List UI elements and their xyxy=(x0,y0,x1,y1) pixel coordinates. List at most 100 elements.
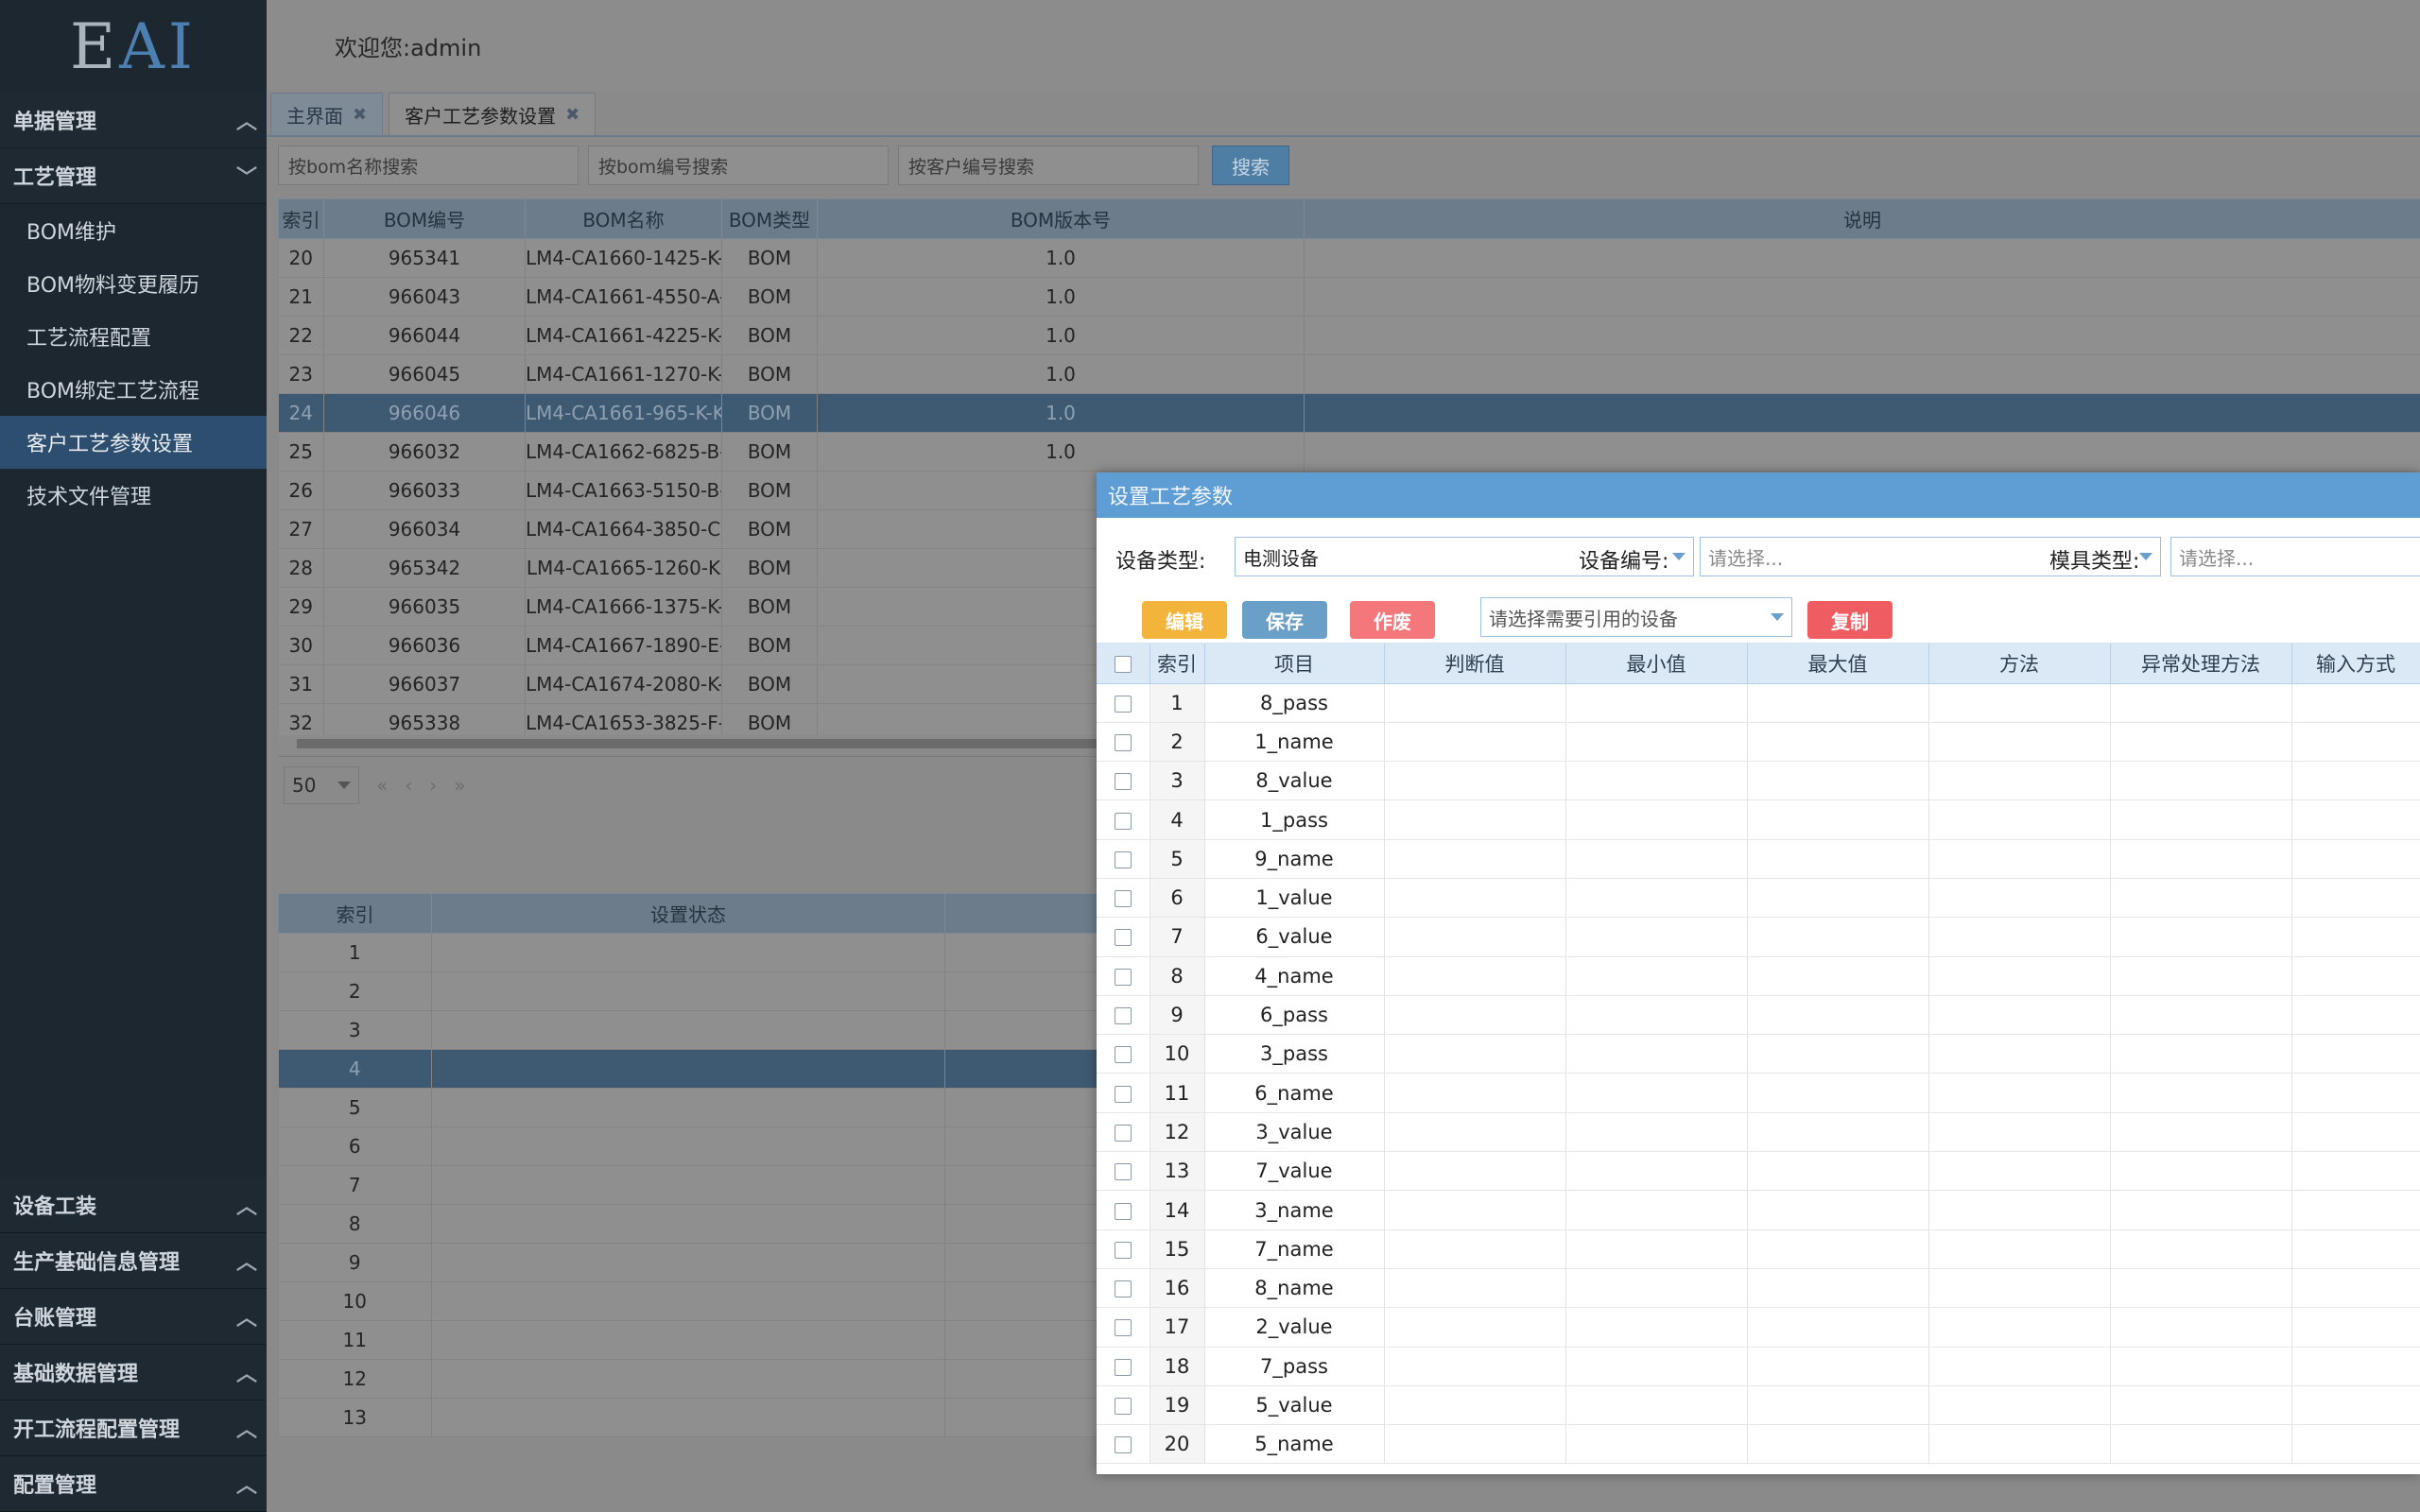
table-row[interactable]: 25966032LM4-CA1662-6825-B-FBBOM1.0 xyxy=(278,432,2420,472)
table-cell[interactable] xyxy=(1928,839,2111,879)
prev-page-button[interactable]: ‹ xyxy=(405,774,412,797)
table-cell[interactable] xyxy=(1928,1112,2111,1153)
column-header[interactable]: 索引 xyxy=(278,198,324,239)
table-cell[interactable] xyxy=(1565,1347,1748,1386)
reference-device-select[interactable]: 请选择需要引用的设备 xyxy=(1480,597,1792,637)
nav-group-documents[interactable]: 单据管理 ︿ xyxy=(0,93,267,148)
sidebar-item-bom-bind-flow[interactable]: BOM绑定工艺流程 xyxy=(0,363,267,416)
table-cell[interactable] xyxy=(1565,878,1748,919)
table-row[interactable]: 6 1_value xyxy=(1097,878,2420,919)
table-cell[interactable] xyxy=(2110,1307,2292,1348)
table-cell[interactable] xyxy=(1384,1190,1566,1230)
page-size-select[interactable]: 50 xyxy=(284,765,359,804)
table-cell[interactable] xyxy=(1747,1112,1929,1153)
table-cell[interactable] xyxy=(2110,839,2292,879)
table-cell[interactable] xyxy=(2110,956,2292,996)
table-row[interactable]: 4 1_pass xyxy=(1097,799,2420,840)
table-cell[interactable] xyxy=(2110,1034,2292,1074)
row-checkbox[interactable] xyxy=(1114,968,1132,986)
table-row[interactable]: 14 3_name xyxy=(1097,1190,2420,1230)
table-cell[interactable] xyxy=(1565,722,1748,763)
table-cell[interactable] xyxy=(1565,1424,1748,1465)
table-cell[interactable] xyxy=(2110,761,2292,801)
table-cell[interactable] xyxy=(1928,1347,2111,1386)
table-cell[interactable] xyxy=(1384,917,1566,957)
table-cell[interactable] xyxy=(2291,995,2420,1036)
table-cell[interactable] xyxy=(1384,1151,1566,1192)
column-header[interactable]: 输入方式 xyxy=(2291,644,2420,684)
table-cell[interactable] xyxy=(1565,1268,1748,1309)
column-header[interactable]: 项目 xyxy=(1204,644,1385,684)
table-cell[interactable] xyxy=(1928,1034,2111,1074)
table-row[interactable]: 22 966044 LM4-CA1661-4225-K-C BOM 1.0 xyxy=(278,316,2420,355)
table-row[interactable]: 12 3_value xyxy=(1097,1112,2420,1153)
column-header[interactable]: 索引 xyxy=(278,893,432,934)
column-header[interactable]: 最大值 xyxy=(1747,644,1929,684)
select-all-checkbox[interactable] xyxy=(1114,655,1132,673)
row-checkbox[interactable] xyxy=(1114,1046,1132,1064)
row-checkbox[interactable] xyxy=(1114,1436,1132,1454)
table-cell[interactable] xyxy=(1747,683,1929,723)
mold-type-select[interactable]: 请选择... xyxy=(2170,537,2420,576)
table-row[interactable]: 11 6_name xyxy=(1097,1073,2420,1113)
nav-group-base-data[interactable]: 基础数据管理 ︿ xyxy=(0,1345,267,1400)
table-cell[interactable] xyxy=(1928,683,2111,723)
table-cell[interactable] xyxy=(1384,799,1566,840)
nav-group-config[interactable]: 配置管理 ︿ xyxy=(0,1456,267,1512)
table-cell[interactable] xyxy=(1747,917,1929,957)
column-header[interactable]: 异常处理方法 xyxy=(2110,644,2292,684)
table-cell[interactable] xyxy=(1565,799,1748,840)
table-cell[interactable] xyxy=(2291,799,2420,840)
row-checkbox[interactable] xyxy=(1114,890,1132,908)
table-cell[interactable] xyxy=(1565,1307,1748,1348)
save-button[interactable]: 保存 xyxy=(1242,601,1327,639)
row-checkbox[interactable] xyxy=(1114,1085,1132,1103)
column-header[interactable]: BOM版本号 xyxy=(817,198,1305,239)
sidebar-item-process-flow-config[interactable]: 工艺流程配置 xyxy=(0,310,267,363)
bom-name-search-input[interactable]: 按bom名称搜索 xyxy=(278,146,579,185)
table-cell[interactable] xyxy=(1928,1229,2111,1269)
table-cell[interactable] xyxy=(1747,1034,1929,1074)
table-cell[interactable] xyxy=(2291,1307,2420,1348)
table-cell[interactable] xyxy=(2291,1073,2420,1113)
search-button[interactable]: 搜索 xyxy=(1212,146,1289,185)
table-cell[interactable] xyxy=(1384,878,1566,919)
column-header[interactable]: 设置状态 xyxy=(431,893,945,934)
row-checkbox[interactable] xyxy=(1114,773,1132,791)
table-cell[interactable] xyxy=(2291,1190,2420,1230)
table-cell[interactable] xyxy=(1565,1190,1748,1230)
table-row[interactable]: 10 3_pass xyxy=(1097,1034,2420,1074)
row-checkbox[interactable] xyxy=(1114,1319,1132,1337)
table-row[interactable]: 3 8_value xyxy=(1097,761,2420,801)
table-row[interactable]: 19 5_value xyxy=(1097,1385,2420,1426)
row-checkbox[interactable] xyxy=(1114,695,1132,713)
table-row[interactable]: 13 7_value xyxy=(1097,1151,2420,1192)
row-checkbox[interactable] xyxy=(1114,1007,1132,1025)
column-header[interactable]: 方法 xyxy=(1928,644,2111,684)
table-cell[interactable] xyxy=(1384,1112,1566,1153)
copy-button[interactable]: 复制 xyxy=(1807,601,1893,639)
row-checkbox[interactable] xyxy=(1114,812,1132,830)
table-cell[interactable] xyxy=(1565,683,1748,723)
row-checkbox[interactable] xyxy=(1114,1124,1132,1142)
table-row[interactable]: 17 2_value xyxy=(1097,1307,2420,1348)
table-cell[interactable] xyxy=(2291,878,2420,919)
table-cell[interactable] xyxy=(2110,683,2292,723)
table-cell[interactable] xyxy=(1384,1307,1566,1348)
table-cell[interactable] xyxy=(1747,799,1929,840)
table-cell[interactable] xyxy=(2110,1385,2292,1426)
table-cell[interactable] xyxy=(1384,1073,1566,1113)
nav-group-start-flow[interactable]: 开工流程配置管理 ︿ xyxy=(0,1400,267,1456)
row-checkbox[interactable] xyxy=(1114,1397,1132,1415)
table-cell[interactable] xyxy=(1384,1385,1566,1426)
table-row[interactable]: 20 5_name xyxy=(1097,1424,2420,1465)
table-row[interactable]: 21 966043 LM4-CA1661-4550-A-A BOM 1.0 xyxy=(278,277,2420,317)
table-cell[interactable] xyxy=(1384,995,1566,1036)
table-cell[interactable] xyxy=(1747,1385,1929,1426)
column-header[interactable]: BOM编号 xyxy=(323,198,526,239)
last-page-button[interactable]: » xyxy=(454,774,465,797)
table-cell[interactable] xyxy=(2291,1424,2420,1465)
table-cell[interactable] xyxy=(1384,839,1566,879)
table-cell[interactable] xyxy=(1928,799,2111,840)
void-button[interactable]: 作废 xyxy=(1350,601,1435,639)
